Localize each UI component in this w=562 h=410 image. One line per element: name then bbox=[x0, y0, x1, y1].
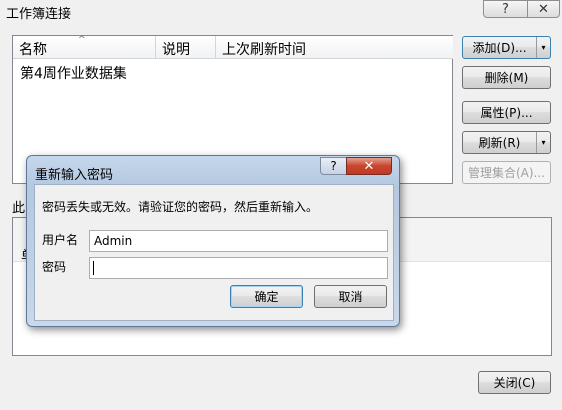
help-icon: ? bbox=[502, 1, 509, 17]
column-header-last-refreshed[interactable]: 上次刷新时间 bbox=[216, 36, 453, 59]
column-header-description[interactable]: 说明 bbox=[156, 36, 216, 59]
dialog-help-button[interactable]: ? bbox=[320, 157, 347, 175]
dialog-body: 密码丢失或无效。请验证您的密码，然后重新输入。 用户名 Admin 密码 确定 … bbox=[34, 184, 394, 321]
properties-button[interactable]: 属性(P)... bbox=[462, 101, 551, 124]
password-label: 密码 bbox=[42, 260, 67, 274]
username-label: 用户名 bbox=[42, 233, 79, 247]
cancel-button[interactable]: 取消 bbox=[314, 285, 387, 308]
username-field[interactable]: Admin bbox=[89, 230, 388, 252]
help-button[interactable]: ? bbox=[483, 0, 528, 18]
dialog-close-button[interactable]: ✕ bbox=[346, 157, 392, 175]
add-button-label: 添加(D)... bbox=[472, 41, 527, 55]
text-caret bbox=[93, 261, 94, 275]
help-icon: ? bbox=[330, 159, 337, 173]
dialog-title: 重新输入密码 bbox=[35, 168, 114, 183]
add-button[interactable]: 添加(D)... ▾ bbox=[462, 36, 551, 59]
window-title: 工作簿连接 bbox=[6, 7, 72, 22]
close-icon: ✕ bbox=[538, 1, 549, 17]
locations-label: 此 bbox=[12, 201, 26, 216]
manage-sets-button[interactable]: 管理集合(A)... bbox=[462, 161, 551, 184]
list-item[interactable]: 第4周作业数据集 bbox=[20, 63, 127, 83]
column-header-name[interactable]: 名称 ^ bbox=[13, 35, 156, 59]
password-field[interactable] bbox=[89, 257, 388, 279]
refresh-button-label: 刷新(R) bbox=[478, 136, 521, 150]
password-dialog: 重新输入密码 ? ✕ 密码丢失或无效。请验证您的密码，然后重新输入。 用户名 A… bbox=[26, 155, 400, 327]
sort-arrow-icon: ^ bbox=[78, 35, 86, 45]
column-name-label: 名称 bbox=[19, 42, 47, 58]
close-icon: ✕ bbox=[363, 158, 375, 174]
ok-button[interactable]: 确定 bbox=[230, 285, 303, 308]
dialog-message: 密码丢失或无效。请验证您的密码，然后重新输入。 bbox=[42, 200, 319, 214]
refresh-button[interactable]: 刷新(R) ▾ bbox=[462, 131, 551, 154]
add-dropdown-arrow-icon[interactable]: ▾ bbox=[536, 37, 550, 58]
refresh-dropdown-arrow-icon[interactable]: ▾ bbox=[536, 132, 550, 153]
close-button[interactable]: 关闭(C) bbox=[478, 371, 551, 394]
window-close-button[interactable]: ✕ bbox=[527, 0, 560, 18]
delete-button[interactable]: 删除(M) bbox=[462, 66, 551, 89]
